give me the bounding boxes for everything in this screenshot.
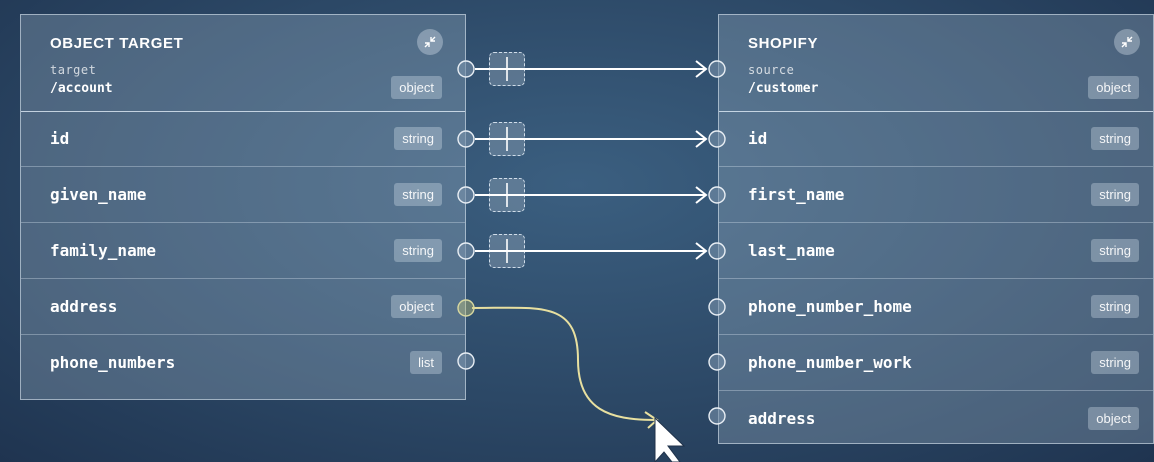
connection-layer	[457, 57, 726, 462]
output-port[interactable]	[457, 352, 475, 370]
input-port[interactable]	[708, 242, 726, 260]
input-port[interactable]	[708, 353, 726, 371]
output-port[interactable]	[457, 130, 475, 148]
input-port[interactable]	[708, 298, 726, 316]
input-port[interactable]	[708, 407, 726, 425]
input-port[interactable]	[708, 60, 726, 78]
input-port[interactable]	[708, 130, 726, 148]
output-port[interactable]	[457, 186, 475, 204]
drag-connection-line	[471, 306, 656, 421]
output-port[interactable]	[457, 60, 475, 78]
input-port[interactable]	[708, 186, 726, 204]
mouse-pointer-icon	[654, 416, 686, 462]
output-port[interactable]	[457, 242, 475, 260]
output-port[interactable]	[457, 299, 475, 317]
